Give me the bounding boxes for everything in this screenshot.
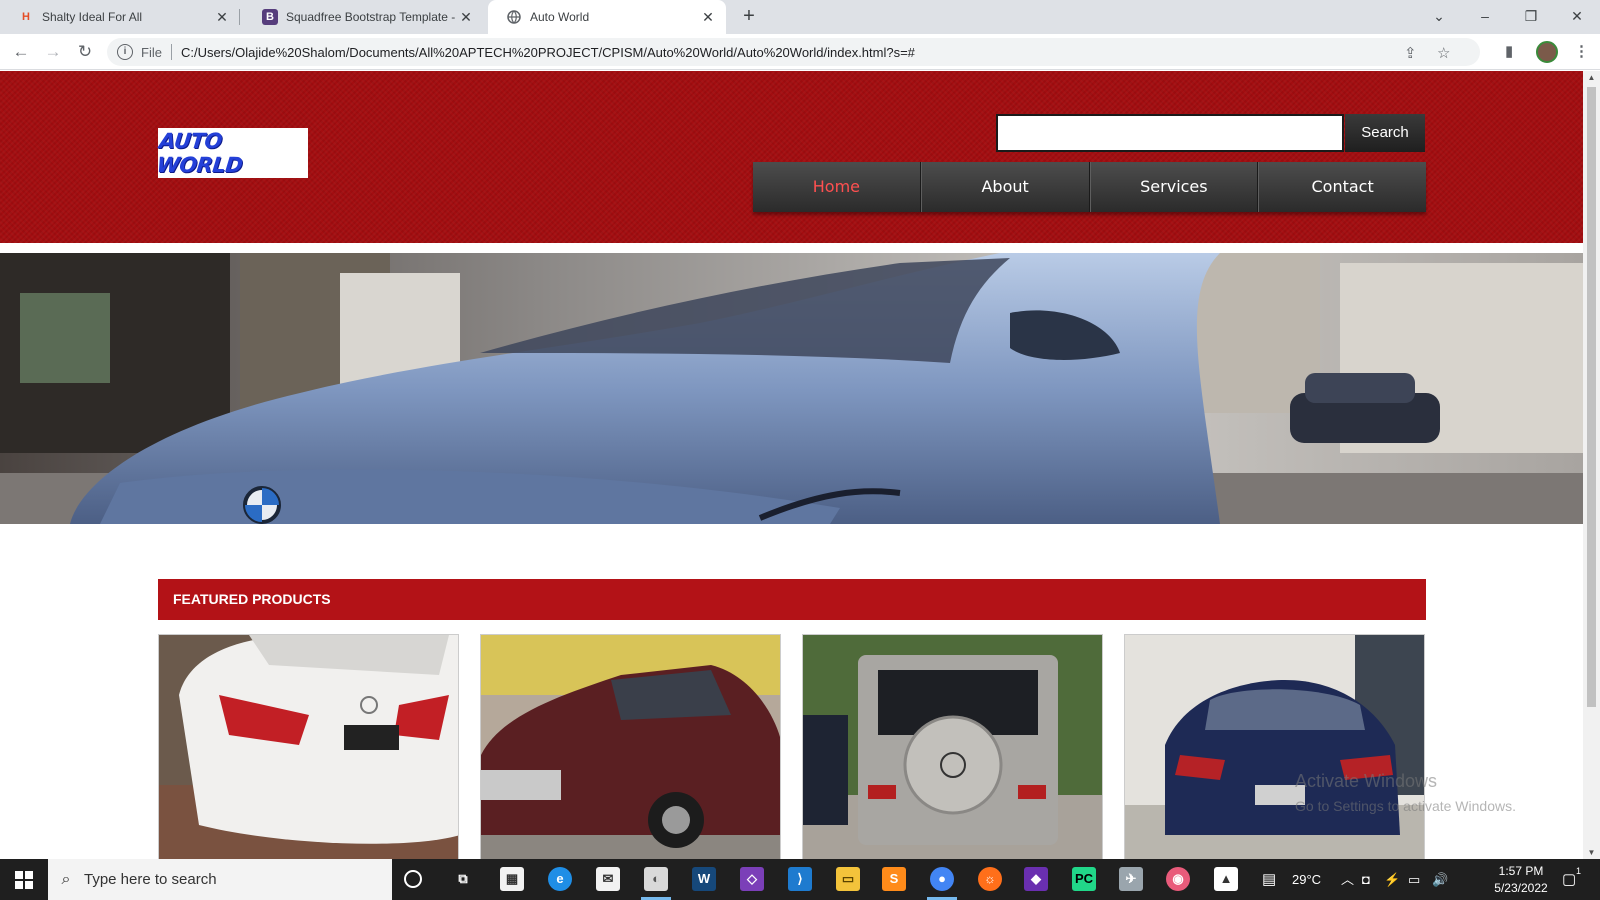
browser-toolbar: ← → ↻ i File C:/Users/Olajide%20Shalom/D… [0,34,1600,70]
temperature[interactable]: 29°C [1292,859,1321,900]
windows-start-button[interactable] [0,859,48,900]
chrome-icon[interactable]: ● [930,867,954,891]
html5-favicon-icon: H [22,11,30,23]
clock-date: 5/23/2022 [1494,881,1548,895]
nav-home[interactable]: Home [753,162,921,212]
more-menu-icon[interactable]: ⋮ [1574,42,1589,60]
tab-shalty[interactable]: H Shalty Ideal For All ✕ [0,0,240,34]
close-window-button[interactable]: ✕ [1554,0,1600,34]
bookmark-star-icon[interactable]: ☆ [1437,44,1450,62]
chevron-up-icon[interactable]: ︿ [1341,859,1354,900]
microsoft-store-icon[interactable]: ▦ [500,867,524,891]
taskbar-search-box[interactable]: ⌕ Type here to search [48,859,392,900]
restore-button[interactable]: ❐ [1508,0,1554,34]
reload-icon[interactable]: ↻ [73,40,97,64]
wordpress-app-icon[interactable]: W [692,867,716,891]
product-card-maroon-honda[interactable] [480,634,781,859]
page-viewport: AUTO WORLD Search Home About Services Co… [0,71,1583,859]
product-card-white-lexus[interactable] [158,634,459,859]
nav-services[interactable]: Services [1089,162,1259,212]
system-clock[interactable]: 1:57 PM 5/23/2022 [1490,863,1552,897]
site-header: AUTO WORLD Search Home About Services Co… [0,71,1583,243]
close-tab-icon[interactable]: ✕ [700,9,716,26]
taskbar-search-placeholder: Type here to search [84,871,217,888]
windows-taskbar: ⌕ Type here to search ⧉ ▦ e ✉ ◐ W ◇ ⟩ ▭ … [0,859,1600,900]
bootstrap-favicon-icon: B [262,9,278,25]
app-balloon-icon[interactable]: ◉ [1166,867,1190,891]
logo-text: AUTO WORLD [155,129,244,177]
profile-avatar[interactable] [1536,41,1558,63]
watermark-title: Activate Windows [1295,771,1438,791]
divider [170,44,172,60]
volume-icon[interactable]: 🔊 [1432,859,1448,900]
scrollbar-thumb[interactable] [1587,87,1596,707]
mail-icon[interactable]: ✉ [596,867,620,891]
tab-title: Shalty Ideal For All [42,10,143,24]
firefox-icon[interactable]: ☼ [978,867,1002,891]
search-icon: ⌕ [61,870,71,888]
url-text[interactable]: C:/Users/Olajide%20Shalom/Documents/All%… [181,45,915,60]
featured-products-heading: FEATURED PRODUCTS [158,579,1426,620]
search-input[interactable] [996,114,1344,152]
windows-logo-icon [15,870,33,889]
pycharm-icon[interactable]: PC [1072,867,1096,891]
tab-squadfree[interactable]: B Squadfree Bootstrap Template - I ✕ [244,0,484,34]
product-grid [158,634,1426,859]
share-icon[interactable]: ⇪ [1404,44,1417,62]
back-arrow-icon[interactable]: ← [9,40,33,64]
hero-banner-image [0,253,1583,524]
tab-search-chevron-icon[interactable]: ⌄ [1416,0,1462,34]
nav-contact[interactable]: Contact [1258,162,1426,212]
tab-title: Auto World [530,10,590,24]
close-tab-icon[interactable]: ✕ [458,9,474,26]
visual-studio-2-icon[interactable]: ◆ [1024,867,1048,891]
edge-browser-icon[interactable]: e [548,867,572,891]
file-explorer-icon[interactable]: ▭ [836,867,860,891]
tab-auto-world[interactable]: Auto World ✕ [488,0,726,34]
tab-title: Squadfree Bootstrap Template - I [286,10,458,24]
nav-about[interactable]: About [920,162,1090,212]
cortana-icon[interactable] [404,870,422,888]
camera-icon[interactable]: ◘ [1362,859,1370,900]
new-tab-button[interactable]: + [737,5,761,29]
vscode-icon[interactable]: ⟩ [788,867,812,891]
weather-icon[interactable]: ▤ [1262,859,1276,900]
product-card-blue-honda[interactable] [1124,634,1425,859]
notification-count: 1 [1576,866,1582,876]
main-nav: Home About Services Contact [753,162,1426,212]
scroll-up-arrow-icon[interactable]: ▲ [1583,73,1600,82]
globe-icon [506,9,522,25]
address-bar[interactable]: i File C:/Users/Olajide%20Shalom/Documen… [107,38,1480,66]
visual-studio-icon[interactable]: ◇ [740,867,764,891]
product-card-silver-g-wagon[interactable] [802,634,1103,859]
task-view-icon[interactable]: ⧉ [451,867,475,891]
bluetooth-icon[interactable]: ⚡ [1384,859,1400,900]
file-scheme-label: File [141,44,162,60]
minimize-button[interactable]: – [1462,0,1508,34]
forward-arrow-icon[interactable]: → [41,40,65,64]
site-info-icon[interactable]: i [117,44,133,60]
app-icon[interactable]: ◐ [644,867,668,891]
watermark-subtitle: Go to Settings to activate Windows. [1295,798,1516,814]
search-button[interactable]: Search [1345,114,1425,152]
notifications-icon[interactable]: ▢ [1562,859,1576,900]
sublime-text-icon[interactable]: S [882,867,906,891]
page-scrollbar[interactable]: ▲ ▼ [1583,71,1600,859]
app-bird-icon[interactable]: ✈ [1119,867,1143,891]
side-panel-icon[interactable]: ▮ [1505,42,1513,60]
site-logo[interactable]: AUTO WORLD [155,128,308,178]
activate-windows-watermark: Activate Windows Go to Settings to activ… [1295,771,1516,814]
battery-icon[interactable]: ▭ [1408,859,1420,900]
photos-icon[interactable]: ▲ [1214,867,1238,891]
browser-tab-strip: H Shalty Ideal For All ✕ B Squadfree Boo… [0,0,1600,34]
scroll-down-arrow-icon[interactable]: ▼ [1583,848,1600,857]
close-tab-icon[interactable]: ✕ [214,9,230,26]
clock-time: 1:57 PM [1498,864,1544,878]
